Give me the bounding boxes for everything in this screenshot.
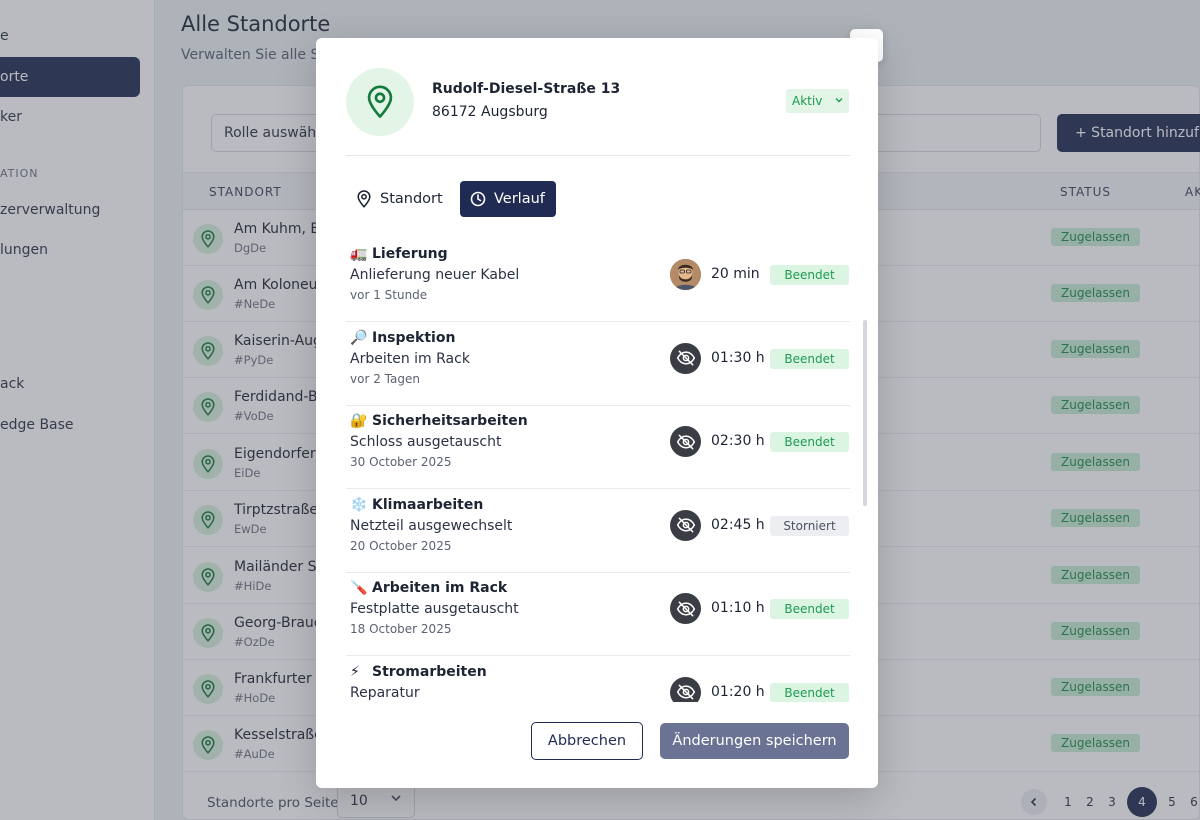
history-item-timestamp: 30 October 2025 [350,455,452,469]
cancel-button[interactable]: Abbrechen [531,722,643,760]
history-item-title-row: 🪛 Arbeiten im Rack [350,580,507,596]
history-item[interactable]: ❄️ Klimaarbeiten Netzteil ausgewechselt 20 … [346,489,850,573]
status-badge: Beendet [770,432,849,452]
history-item-duration: 02:30 h [711,433,765,449]
history-item[interactable]: 🚛 Lieferung Anlieferung neuer Kabel vor 1 S… [346,238,850,322]
status-badge: Storniert [770,515,849,536]
history-item-timestamp: 18 October 2025 [350,622,452,636]
activity-type-icon: ⚡ [350,663,360,680]
status-select-value: Aktiv [792,94,823,108]
activity-type-icon: ❄️ [350,496,368,513]
eye-off-icon [670,426,701,457]
technician-avatar [670,259,701,290]
history-item[interactable]: ⚡ Stromarbeiten Reparatur 01:20 h Beendet [346,656,850,702]
status-badge: Beendet [770,265,849,285]
status-badge: Beendet [770,682,849,702]
chevron-down-icon [834,94,844,108]
activity-type-icon: 🔎 [350,329,368,346]
location-avatar [346,68,414,136]
history-item-title: Inspektion [372,329,456,346]
history-item-title-row: 🔐 Sicherheitsarbeiten [350,413,528,429]
tab-label: Verlauf [494,191,545,207]
activity-type-icon: 🪛 [350,580,368,596]
history-item[interactable]: 🔎 Inspektion Arbeiten im Rack vor 2 Tagen 01… [346,322,850,406]
history-item-title: Lieferung [372,246,448,262]
history-item-timestamp: 20 October 2025 [350,538,452,553]
eye-off-icon [670,676,701,702]
history-item-title: Klimaarbeiten [372,496,484,513]
map-pin-icon [357,190,371,208]
clock-icon [470,191,486,207]
tab-verlauf[interactable]: Verlauf [460,181,556,217]
location-street: Rudolf-Diesel-Straße 13 [432,81,621,97]
history-item-duration: 01:10 h [711,600,765,616]
history-item-description: Arbeiten im Rack [350,350,470,367]
activity-type-icon: 🔐 [350,413,368,429]
history-item-description: Festplatte ausgetauscht [350,601,519,617]
history-item-timestamp: vor 2 Tagen [350,371,420,386]
history-item-title-row: 🚛 Lieferung [350,246,448,262]
eye-off-icon [670,593,701,624]
history-item-title-row: ⚡ Stromarbeiten [350,664,487,680]
status-select[interactable]: Aktiv [786,89,849,113]
eye-off-icon [670,509,701,541]
history-item-description: Netzteil ausgewechselt [350,517,513,534]
header-divider [346,155,850,156]
history-item-duration: 01:30 h [711,349,765,366]
history-item-timestamp: vor 1 Stunde [350,288,428,302]
history-item-duration: 02:45 h [711,516,765,533]
history-item-title-row: ❄️ Klimaarbeiten [350,497,483,513]
history-item-description: Reparatur [350,684,420,701]
location-detail-modal: Rudolf-Diesel-Straße 13 86172 Augsburg A… [316,38,878,788]
save-button[interactable]: Änderungen speichern [660,723,849,759]
activity-type-icon: 🚛 [350,246,368,262]
history-item-title: Sicherheitsarbeiten [372,413,528,429]
location-city: 86172 Augsburg [432,104,548,120]
history-item-title: Stromarbeiten [372,663,487,680]
history-item-duration: 20 min [711,266,760,282]
status-badge: Beendet [770,348,849,369]
history-item[interactable]: 🪛 Arbeiten im Rack Festplatte ausgetauscht… [346,572,850,656]
history-item[interactable]: 🔐 Sicherheitsarbeiten Schloss ausgetauscht… [346,405,850,489]
history-list[interactable]: 🚛 Lieferung Anlieferung neuer Kabel vor 1 S… [346,238,852,702]
eye-off-icon [670,342,701,374]
tab-standort[interactable]: Standort [346,181,453,217]
tab-label: Standort [380,191,443,207]
history-item-title: Arbeiten im Rack [372,580,508,596]
status-badge: Beendet [770,599,849,619]
history-item-title-row: 🔎 Inspektion [350,330,455,346]
history-item-description: Schloss ausgetauscht [350,434,502,450]
map-pin-icon [367,85,393,118]
history-item-duration: 01:20 h [711,683,765,700]
history-item-description: Anlieferung neuer Kabel [350,267,520,283]
history-scrollbar[interactable] [863,320,867,506]
